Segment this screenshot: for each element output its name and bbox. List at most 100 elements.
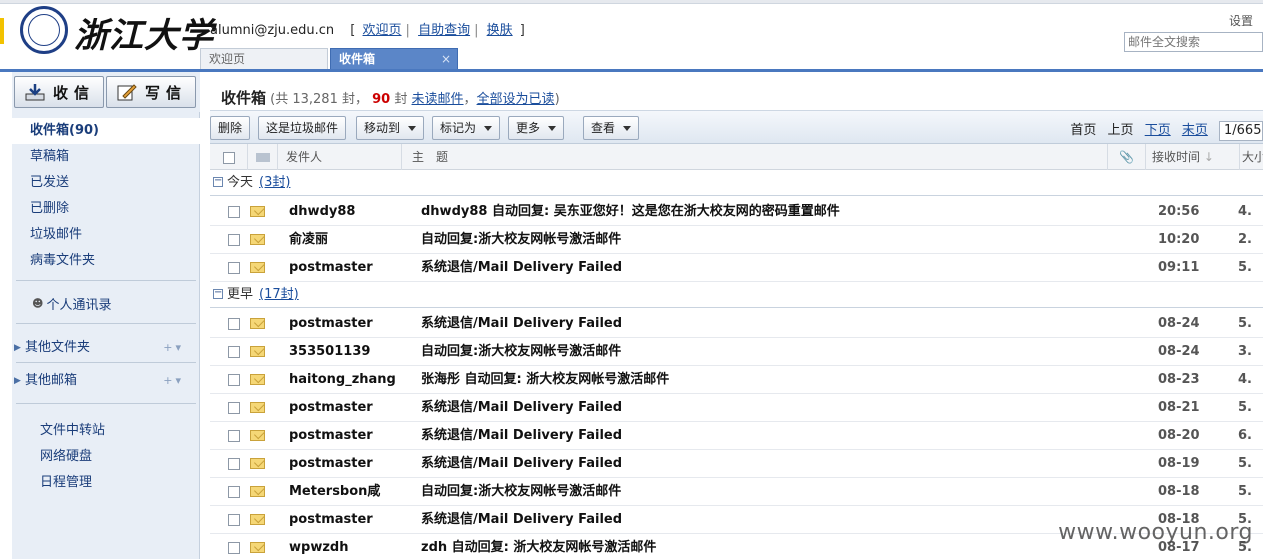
close-icon[interactable]: × — [441, 49, 451, 69]
subject[interactable]: 自动回复:浙大校友网帐号激活邮件 — [421, 226, 1101, 254]
status-column[interactable] — [248, 144, 278, 170]
last-page-link[interactable]: 末页 — [1182, 123, 1208, 138]
row-checkbox[interactable] — [228, 457, 240, 470]
page-number-input[interactable]: 1/665 — [1219, 121, 1263, 141]
mail-row[interactable]: postmaster 系统退信/Mail Delivery Failed 08-21… — [210, 394, 1263, 422]
unread-mail-link[interactable]: 未读邮件 — [412, 92, 464, 107]
welcome-link[interactable]: 欢迎页 — [363, 23, 402, 38]
folder-deleted[interactable]: 已删除 — [12, 196, 200, 222]
sender[interactable]: postmaster — [289, 450, 417, 478]
group-header[interactable]: − 今天 (3封) — [210, 170, 1263, 196]
first-page-button[interactable]: 首页 — [1070, 123, 1096, 138]
size-column[interactable]: 大小 — [1240, 144, 1263, 170]
collapse-icon[interactable]: − — [213, 175, 223, 187]
add-mailbox-icon[interactable]: +▾ — [163, 370, 184, 392]
other-folders-row[interactable]: ▶ 其他文件夹 +▾ — [12, 337, 200, 359]
subject[interactable]: 系统退信/Mail Delivery Failed — [421, 422, 1101, 450]
sender[interactable]: dhwdy88 — [289, 198, 417, 226]
mail-row[interactable]: Metersbon咸 自动回复:浙大校友网帐号激活邮件 08-18 5. — [210, 478, 1263, 506]
sender[interactable]: postmaster — [289, 506, 417, 534]
mail-row[interactable]: haitong_zhang 张海彤 自动回复: 浙大校友网帐号激活邮件 08-23 4… — [210, 366, 1263, 394]
subject[interactable]: 自动回复:浙大校友网帐号激活邮件 — [421, 478, 1101, 506]
view-dropdown[interactable]: 查看 — [583, 116, 640, 140]
settings-link[interactable]: 设置 — [1229, 12, 1253, 29]
subject[interactable]: 系统退信/Mail Delivery Failed — [421, 394, 1101, 422]
sender[interactable]: postmaster — [289, 422, 417, 450]
sender-column[interactable]: 发件人 — [278, 144, 402, 170]
expand-arrow-icon[interactable]: ▶ — [14, 370, 21, 392]
mail-row[interactable]: dhwdy88 dhwdy88 自动回复: 吴东亚您好！这是您在浙大校友网的密码重… — [210, 198, 1263, 226]
folder-drafts[interactable]: 草稿箱 — [12, 144, 200, 170]
mail-row[interactable]: 俞凌丽 自动回复:浙大校友网帐号激活邮件 10:20 2. — [210, 226, 1263, 254]
select-all-checkbox[interactable] — [222, 151, 235, 164]
subject[interactable]: 张海彤 自动回复: 浙大校友网帐号激活邮件 — [421, 366, 1101, 394]
subject[interactable]: 系统退信/Mail Delivery Failed — [421, 310, 1101, 338]
subject[interactable]: 系统退信/Mail Delivery Failed — [421, 506, 1101, 534]
subject[interactable]: 系统退信/Mail Delivery Failed — [421, 254, 1101, 282]
sender[interactable]: wpwzdh — [289, 534, 417, 559]
folder-spam[interactable]: 垃圾邮件 — [12, 222, 200, 248]
change-skin-link[interactable]: 换肤 — [487, 23, 513, 38]
row-checkbox[interactable] — [228, 513, 240, 526]
mark-as-dropdown[interactable]: 标记为 — [432, 116, 501, 140]
mail-row[interactable]: postmaster 系统退信/Mail Delivery Failed 08-19… — [210, 450, 1263, 478]
self-service-link[interactable]: 自助查询 — [418, 23, 470, 38]
subject[interactable]: zdh 自动回复: 浙大校友网帐号激活邮件 — [421, 534, 1101, 559]
network-disk-link[interactable]: 网络硬盘 — [40, 444, 105, 470]
group-count-link[interactable]: (17封) — [259, 287, 299, 302]
time-column[interactable]: 接收时间 ↓ — [1146, 144, 1240, 170]
row-checkbox[interactable] — [228, 345, 240, 358]
sender[interactable]: 俞凌丽 — [289, 226, 417, 254]
row-checkbox[interactable] — [228, 429, 240, 442]
tab-inbox[interactable]: 收件箱 × — [330, 48, 458, 70]
fulltext-search-input[interactable] — [1124, 32, 1263, 52]
row-checkbox[interactable] — [228, 317, 240, 330]
folder-sent[interactable]: 已发送 — [12, 170, 200, 196]
attachment-column[interactable]: 📎 — [1108, 144, 1146, 170]
write-mail-button[interactable]: 写信 — [106, 76, 196, 108]
row-checkbox[interactable] — [228, 233, 240, 246]
subject-column[interactable]: 主 题 — [402, 144, 1108, 170]
row-checkbox[interactable] — [228, 401, 240, 414]
collapse-icon[interactable]: − — [213, 287, 223, 299]
subject[interactable]: 系统退信/Mail Delivery Failed — [421, 450, 1101, 478]
delete-button[interactable]: 删除 — [210, 116, 251, 140]
mail-row[interactable]: 353501139 自动回复:浙大校友网帐号激活邮件 08-24 3. — [210, 338, 1263, 366]
group-header[interactable]: − 更早 (17封) — [210, 282, 1263, 308]
sender[interactable]: haitong_zhang — [289, 366, 417, 394]
move-to-dropdown[interactable]: 移动到 — [356, 116, 425, 140]
next-page-link[interactable]: 下页 — [1145, 123, 1171, 138]
other-mailboxes-row[interactable]: ▶ 其他邮箱 +▾ — [12, 370, 200, 392]
unread-envelope-icon — [250, 346, 265, 357]
folder-virus[interactable]: 病毒文件夹 — [12, 248, 200, 274]
row-checkbox[interactable] — [228, 205, 240, 218]
row-checkbox[interactable] — [228, 541, 240, 554]
row-checkbox[interactable] — [228, 373, 240, 386]
expand-arrow-icon[interactable]: ▶ — [14, 337, 21, 359]
mail-row[interactable]: postmaster 系统退信/Mail Delivery Failed 08-24… — [210, 310, 1263, 338]
sender[interactable]: postmaster — [289, 394, 417, 422]
prev-page-button[interactable]: 上页 — [1108, 123, 1134, 138]
file-transfer-link[interactable]: 文件中转站 — [40, 418, 105, 444]
sender[interactable]: postmaster — [289, 310, 417, 338]
mail-row[interactable]: postmaster 系统退信/Mail Delivery Failed 08-20… — [210, 422, 1263, 450]
group-count-link[interactable]: (3封) — [259, 175, 290, 190]
sender[interactable]: postmaster — [289, 254, 417, 282]
receive-mail-button[interactable]: 收信 — [14, 76, 104, 108]
more-dropdown[interactable]: 更多 — [508, 116, 565, 140]
calendar-link[interactable]: 日程管理 — [40, 470, 105, 496]
contacts-link[interactable]: ☻ 个人通讯录 — [32, 294, 111, 313]
mail-row[interactable]: postmaster 系统退信/Mail Delivery Failed 09:11… — [210, 254, 1263, 282]
report-spam-button[interactable]: 这是垃圾邮件 — [258, 116, 347, 140]
sender[interactable]: Metersbon咸 — [289, 478, 417, 506]
sender[interactable]: 353501139 — [289, 338, 417, 366]
folder-inbox[interactable]: 收件箱(90) — [12, 118, 201, 144]
mail-size: 5. — [1238, 456, 1252, 471]
row-checkbox[interactable] — [228, 485, 240, 498]
mark-all-read-link[interactable]: 全部设为已读 — [477, 92, 555, 107]
row-checkbox[interactable] — [228, 261, 240, 274]
subject[interactable]: dhwdy88 自动回复: 吴东亚您好！这是您在浙大校友网的密码重置邮件 — [421, 198, 1101, 226]
add-folder-icon[interactable]: +▾ — [163, 337, 184, 359]
subject[interactable]: 自动回复:浙大校友网帐号激活邮件 — [421, 338, 1101, 366]
tab-welcome[interactable]: 欢迎页 — [200, 48, 328, 70]
